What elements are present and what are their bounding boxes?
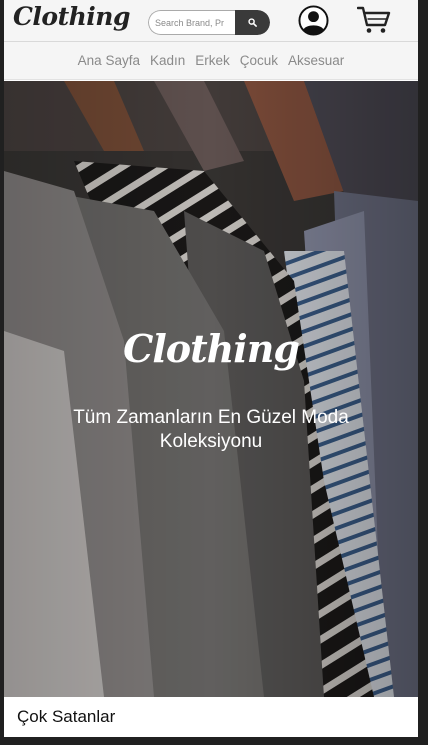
search-button[interactable] [235, 10, 270, 35]
search-icon [248, 18, 257, 27]
hero-background-image [4, 81, 418, 697]
nav-item-ana-sayfa[interactable]: Ana Sayfa [73, 53, 145, 68]
search-input[interactable] [148, 10, 235, 35]
cart-icon[interactable] [357, 5, 391, 35]
nav-item-aksesuar[interactable]: Aksesuar [283, 53, 349, 68]
nav-item-erkek[interactable]: Erkek [190, 53, 235, 68]
hero-tagline: Tüm Zamanların En Güzel Moda Koleksiyonu [73, 407, 349, 452]
nav-item-cocuk[interactable]: Çocuk [235, 53, 283, 68]
app-frame: Clothing Ana Sayfa Kadın Erkek Çoc [4, 0, 418, 737]
user-icon[interactable] [298, 5, 329, 36]
hero-logo: Clothing [123, 326, 300, 371]
nav-item-kadin[interactable]: Kadın [145, 53, 190, 68]
best-sellers-heading: Çok Satanlar [4, 697, 418, 737]
hero-banner: Clothing Tüm Zamanların En Güzel Moda Ko… [4, 81, 418, 697]
brand-logo[interactable]: Clothing [13, 2, 130, 31]
header: Clothing [4, 0, 418, 42]
search-bar [148, 10, 270, 35]
main-nav: Ana Sayfa Kadın Erkek Çocuk Aksesuar [4, 42, 418, 80]
